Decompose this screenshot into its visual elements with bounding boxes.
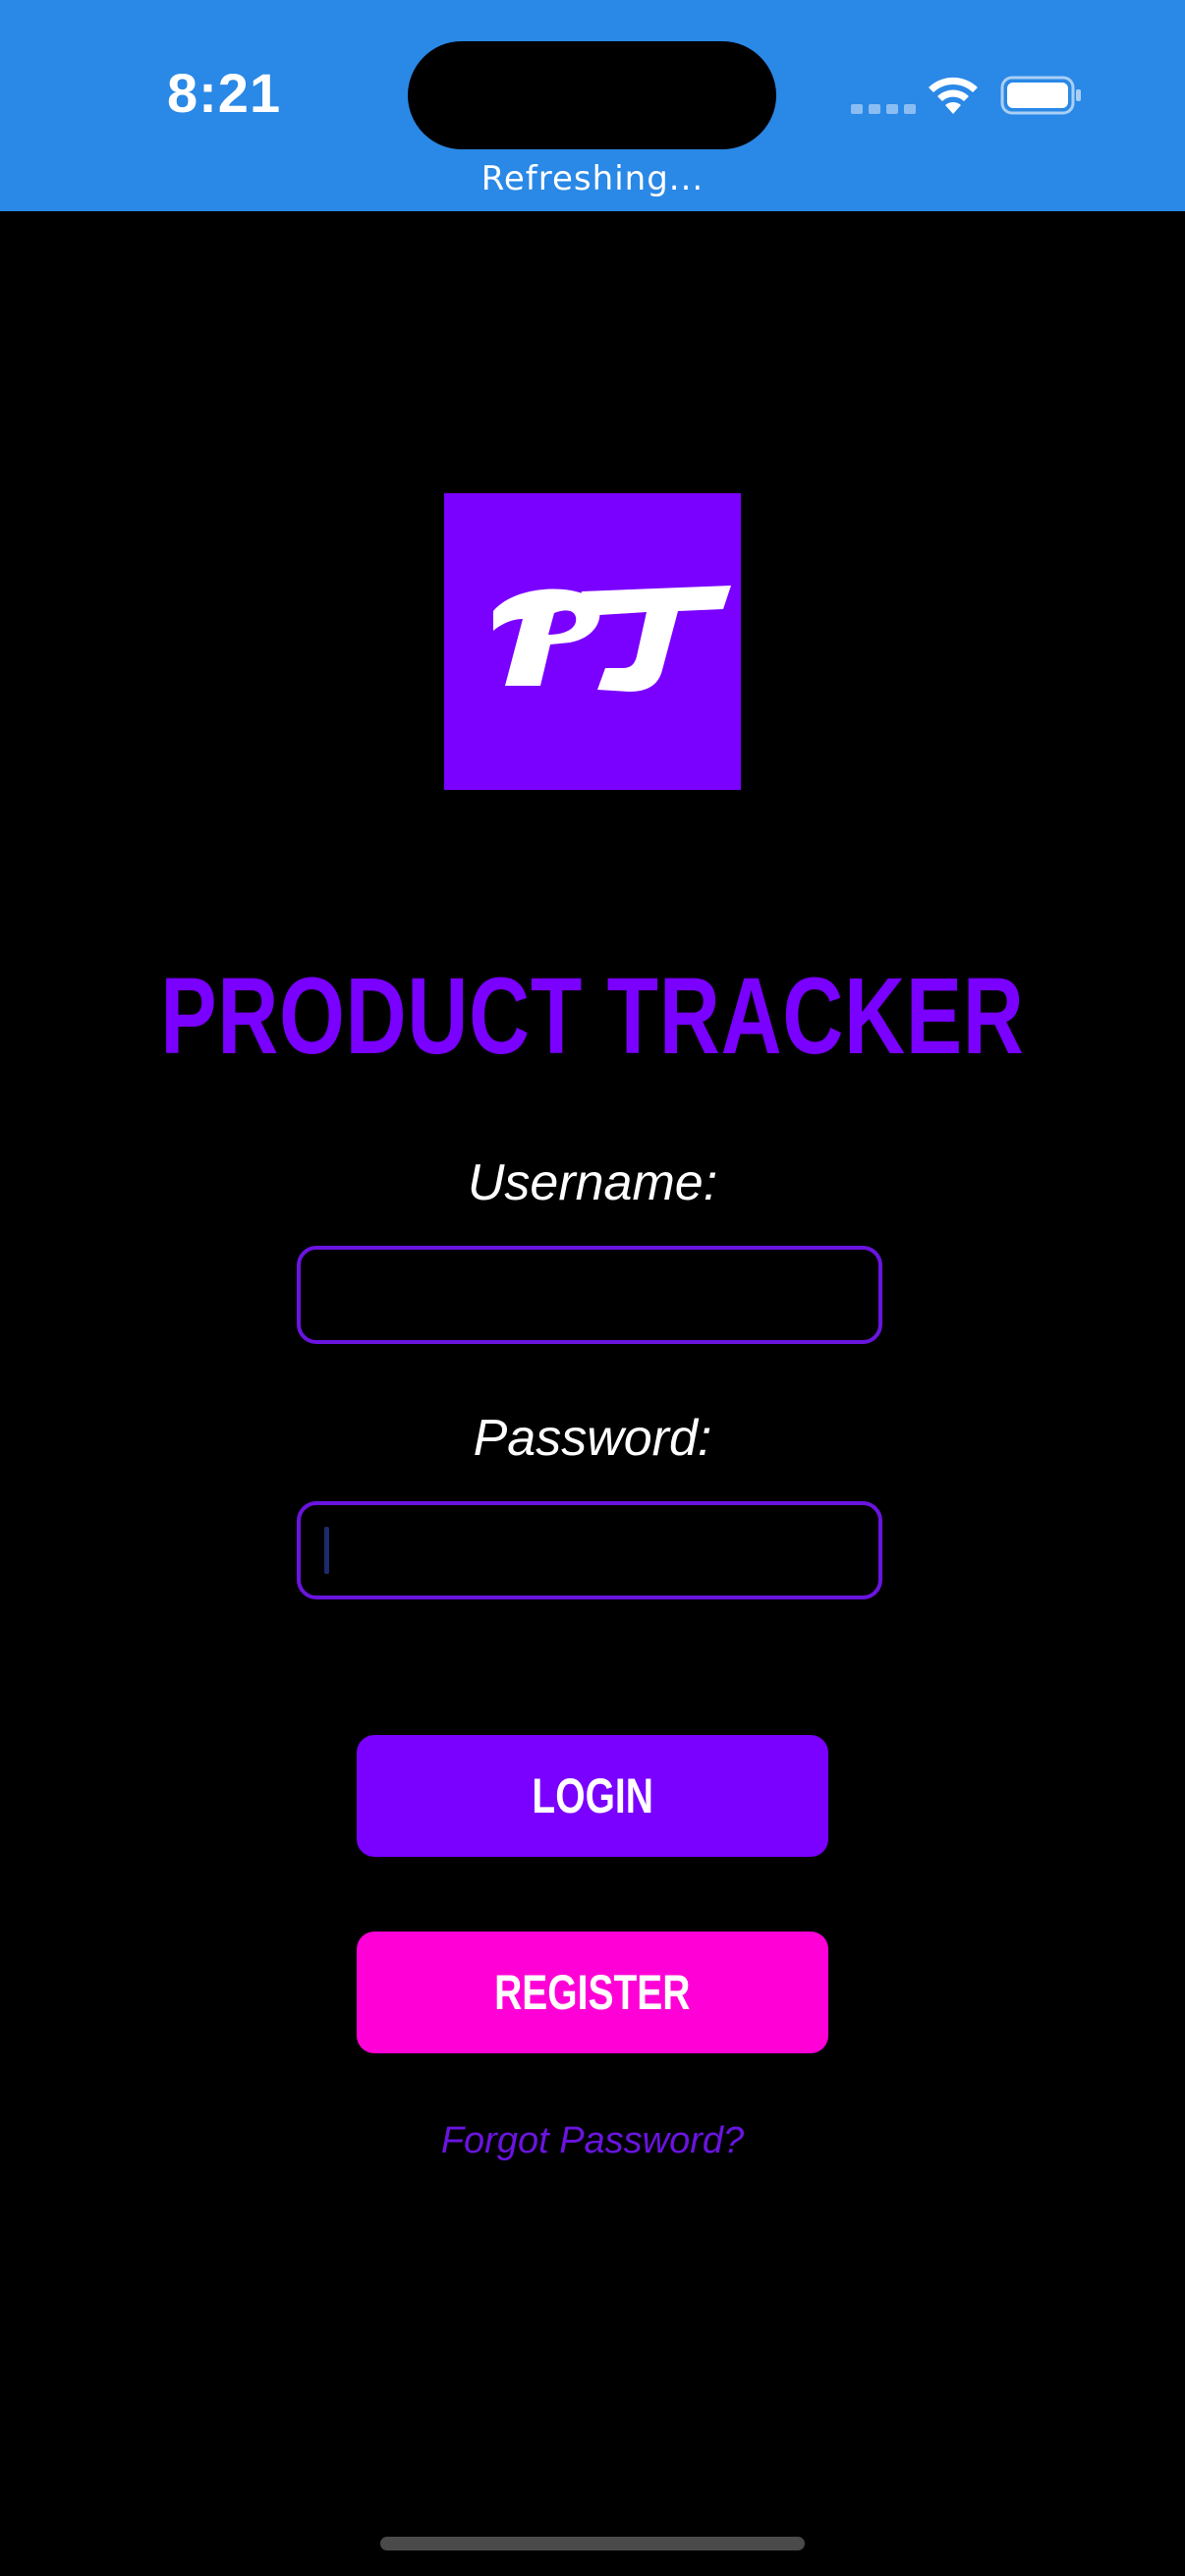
refresh-status-text: Refreshing... bbox=[480, 159, 705, 198]
forgot-password-link[interactable]: Forgot Password? bbox=[0, 2114, 1185, 2167]
app-title: PRODUCT TRACKER bbox=[160, 956, 1025, 1077]
register-button[interactable]: REGISTER bbox=[357, 1932, 828, 2053]
login-button-label: LOGIN bbox=[532, 1768, 653, 1823]
password-label: Password: bbox=[473, 1410, 712, 1467]
wifi-icon bbox=[929, 77, 978, 114]
login-button[interactable]: LOGIN bbox=[357, 1735, 828, 1857]
register-button-label: REGISTER bbox=[494, 1965, 691, 2020]
app-logo bbox=[444, 493, 741, 790]
password-input[interactable] bbox=[297, 1501, 882, 1599]
username-label: Username: bbox=[467, 1154, 718, 1211]
text-cursor bbox=[324, 1527, 329, 1574]
dynamic-island bbox=[408, 41, 776, 149]
battery-icon bbox=[1000, 76, 1081, 115]
signal-dots-icon bbox=[851, 104, 916, 114]
home-indicator[interactable] bbox=[380, 2537, 805, 2550]
username-input[interactable] bbox=[297, 1246, 882, 1344]
status-time: 8:21 bbox=[167, 62, 282, 124]
status-bar: 8:21 Refreshing... bbox=[0, 0, 1185, 211]
logo-mark-icon bbox=[493, 586, 731, 692]
